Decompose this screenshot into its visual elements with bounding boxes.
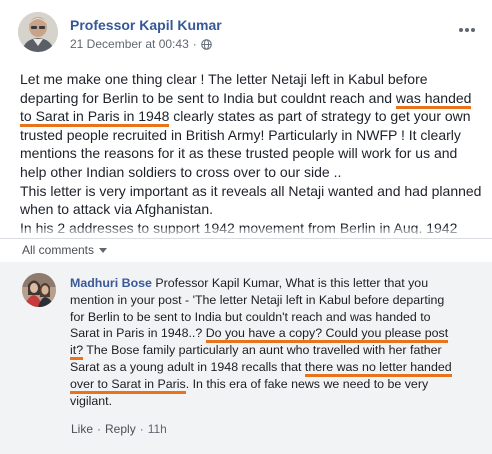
like-button[interactable]: Like	[71, 422, 93, 436]
post-author-name[interactable]: Professor Kapil Kumar	[70, 17, 222, 33]
facebook-post-screenshot: Professor Kapil Kumar 21 December at 00:…	[0, 0, 492, 454]
comment-bubble: Madhuri Bose Professor Kapil Kumar, What…	[62, 268, 472, 418]
meta-separator: ·	[192, 37, 197, 51]
commenter-avatar-image	[22, 273, 56, 307]
all-comments-dropdown[interactable]: All comments	[22, 243, 108, 257]
post-body: Let me make one thing clear ! The letter…	[20, 70, 482, 234]
action-separator: ·	[139, 422, 144, 436]
reply-button[interactable]: Reply	[105, 422, 136, 436]
comment-timestamp[interactable]: 11h	[148, 422, 167, 436]
author-avatar-image	[18, 12, 58, 52]
post-timestamp[interactable]: 21 December at 00:43	[70, 37, 189, 51]
action-separator: ·	[97, 422, 102, 436]
all-comments-label: All comments	[22, 243, 95, 257]
post-paragraph-2: This letter is very important as it reve…	[20, 182, 482, 218]
comments-filter-bar: All comments	[0, 238, 492, 260]
post-header: Professor Kapil Kumar 21 December at 00:…	[18, 12, 478, 52]
comment-actions: Like · Reply · 11h	[71, 422, 167, 436]
post-paragraph-1: Let me make one thing clear ! The letter…	[20, 70, 482, 182]
caret-down-icon	[99, 247, 108, 253]
post-text: Let me make one thing clear ! The letter…	[20, 71, 428, 106]
more-options-icon[interactable]	[458, 20, 476, 38]
commenter-avatar[interactable]	[22, 273, 56, 307]
author-avatar[interactable]	[18, 12, 58, 52]
comment-author-name[interactable]: Madhuri Bose	[70, 276, 152, 290]
post-meta: 21 December at 00:43 ·	[70, 37, 212, 51]
globe-icon[interactable]	[200, 38, 212, 50]
